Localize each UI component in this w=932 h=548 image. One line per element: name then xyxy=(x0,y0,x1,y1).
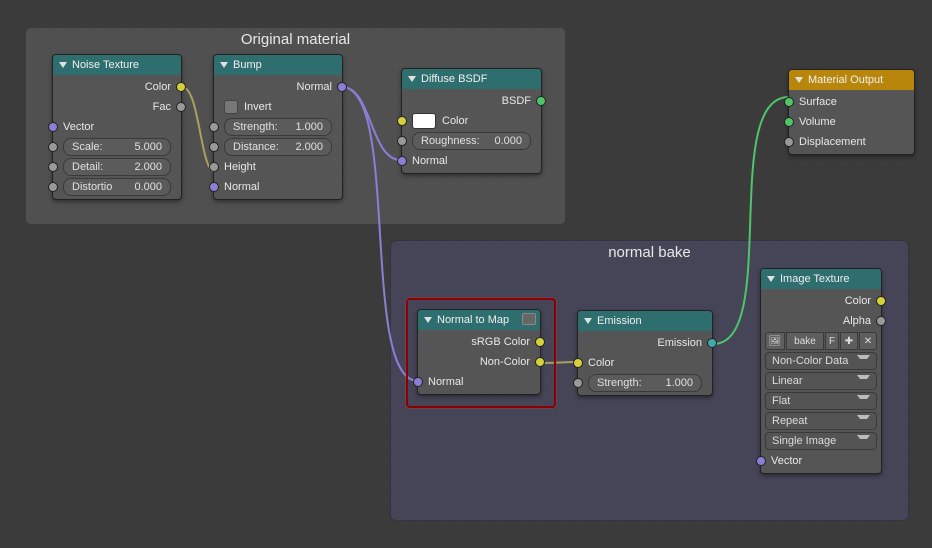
color-label: Color xyxy=(442,115,468,127)
output-label: Fac xyxy=(153,101,171,113)
node-title: Noise Texture xyxy=(72,59,139,71)
input-label: Displacement xyxy=(799,136,866,148)
output-label: Alpha xyxy=(843,315,871,327)
input-label: Surface xyxy=(799,96,837,108)
node-emission[interactable]: Emission Emission Color Strength:1.000 xyxy=(577,310,713,396)
node-normal-to-map[interactable]: Normal to Map sRGB Color Non-Color Norma… xyxy=(417,309,541,395)
collapse-toggle-icon[interactable] xyxy=(220,62,228,68)
collapse-toggle-icon[interactable] xyxy=(424,317,432,323)
socket-in-detail[interactable] xyxy=(48,162,58,172)
roughness-field[interactable]: Roughness:0.000 xyxy=(412,132,531,150)
socket-in-height[interactable] xyxy=(209,162,219,172)
strength-field[interactable]: Strength:1.000 xyxy=(224,118,332,136)
input-label: Height xyxy=(224,161,256,173)
color-swatch[interactable] xyxy=(412,113,436,129)
socket-in-distance[interactable] xyxy=(209,142,219,152)
node-title: Material Output xyxy=(808,74,883,86)
output-label: Normal xyxy=(297,81,332,93)
output-label: Non-Color xyxy=(480,356,530,368)
socket-out-color[interactable] xyxy=(876,296,886,306)
input-label: Normal xyxy=(412,155,447,167)
strength-field[interactable]: Strength:1.000 xyxy=(588,374,702,392)
socket-in-color[interactable] xyxy=(397,116,407,126)
new-image-button[interactable]: ✚ xyxy=(840,332,858,350)
input-label: Vector xyxy=(63,121,94,133)
fake-user-button[interactable]: F xyxy=(825,332,839,350)
node-material-output[interactable]: Material Output Surface Volume Displacem… xyxy=(788,69,915,155)
input-label: Volume xyxy=(799,116,836,128)
socket-out-color[interactable] xyxy=(176,82,186,92)
detail-field[interactable]: Detail:2.000 xyxy=(63,158,171,176)
node-title: Diffuse BSDF xyxy=(421,73,487,85)
unlink-image-button[interactable]: ✕ xyxy=(859,332,877,350)
node-title: Bump xyxy=(233,59,262,71)
node-header[interactable]: Image Texture xyxy=(761,269,881,289)
socket-in-surface[interactable] xyxy=(784,97,794,107)
socket-out-alpha[interactable] xyxy=(876,316,886,326)
socket-in-scale[interactable] xyxy=(48,142,58,152)
output-label: Emission xyxy=(657,337,702,349)
node-bump[interactable]: Bump Normal Invert Strength:1.000 Distan… xyxy=(213,54,343,200)
output-label: sRGB Color xyxy=(471,336,530,348)
projection-dropdown[interactable]: Flat xyxy=(765,392,877,410)
output-label: Color xyxy=(145,81,171,93)
image-browse-icon[interactable]: 🖼 xyxy=(765,332,785,350)
socket-in-normal[interactable] xyxy=(413,377,423,387)
output-label: BSDF xyxy=(502,95,531,107)
distance-field[interactable]: Distance:2.000 xyxy=(224,138,332,156)
collapse-toggle-icon[interactable] xyxy=(584,318,592,324)
invert-checkbox[interactable] xyxy=(224,100,238,114)
extension-dropdown[interactable]: Repeat xyxy=(765,412,877,430)
socket-out-srgb[interactable] xyxy=(535,337,545,347)
node-image-texture[interactable]: Image Texture Color Alpha 🖼 bake F ✚ ✕ N… xyxy=(760,268,882,474)
socket-out-noncolor[interactable] xyxy=(535,357,545,367)
nodegroup-edit-icon[interactable] xyxy=(522,313,536,325)
frame-title: normal bake xyxy=(391,241,908,267)
socket-in-normal[interactable] xyxy=(397,156,407,166)
distortion-field[interactable]: Distortio0.000 xyxy=(63,178,171,196)
node-header[interactable]: Bump xyxy=(214,55,342,75)
socket-in-strength[interactable] xyxy=(573,378,583,388)
socket-out-normal[interactable] xyxy=(337,82,347,92)
node-title: Image Texture xyxy=(780,273,850,285)
scale-field[interactable]: Scale:5.000 xyxy=(63,138,171,156)
collapse-toggle-icon[interactable] xyxy=(795,77,803,83)
collapse-toggle-icon[interactable] xyxy=(408,76,416,82)
socket-in-volume[interactable] xyxy=(784,117,794,127)
input-label: Normal xyxy=(224,181,259,193)
node-header[interactable]: Normal to Map xyxy=(418,310,540,330)
node-header[interactable]: Diffuse BSDF xyxy=(402,69,541,89)
invert-label: Invert xyxy=(244,101,272,113)
socket-in-roughness[interactable] xyxy=(397,136,407,146)
socket-in-distortion[interactable] xyxy=(48,182,58,192)
collapse-toggle-icon[interactable] xyxy=(767,276,775,282)
socket-in-strength[interactable] xyxy=(209,122,219,132)
node-header[interactable]: Noise Texture xyxy=(53,55,181,75)
socket-in-vector[interactable] xyxy=(756,456,766,466)
socket-out-emission[interactable] xyxy=(707,338,717,348)
colorspace-dropdown[interactable]: Non-Color Data xyxy=(765,352,877,370)
socket-out-fac[interactable] xyxy=(176,102,186,112)
output-label: Color xyxy=(845,295,871,307)
socket-in-normal[interactable] xyxy=(209,182,219,192)
node-title: Emission xyxy=(597,315,642,327)
input-label: Color xyxy=(588,357,614,369)
node-header[interactable]: Emission xyxy=(578,311,712,331)
node-noise-texture[interactable]: Noise Texture Color Fac Vector Scale:5.0… xyxy=(52,54,182,200)
collapse-toggle-icon[interactable] xyxy=(59,62,67,68)
input-label: Vector xyxy=(771,455,802,467)
socket-in-color[interactable] xyxy=(573,358,583,368)
interpolation-dropdown[interactable]: Linear xyxy=(765,372,877,390)
image-name-field[interactable]: bake xyxy=(786,332,824,350)
socket-in-vector[interactable] xyxy=(48,122,58,132)
node-diffuse-bsdf[interactable]: Diffuse BSDF BSDF Color Roughness:0.000 … xyxy=(401,68,542,174)
source-dropdown[interactable]: Single Image xyxy=(765,432,877,450)
frame-title: Original material xyxy=(26,28,565,54)
socket-out-bsdf[interactable] xyxy=(536,96,546,106)
node-header[interactable]: Material Output xyxy=(789,70,914,90)
node-title: Normal to Map xyxy=(437,314,509,326)
socket-in-displacement[interactable] xyxy=(784,137,794,147)
image-datablock-browser[interactable]: 🖼 bake F ✚ ✕ xyxy=(765,332,877,350)
input-label: Normal xyxy=(428,376,463,388)
